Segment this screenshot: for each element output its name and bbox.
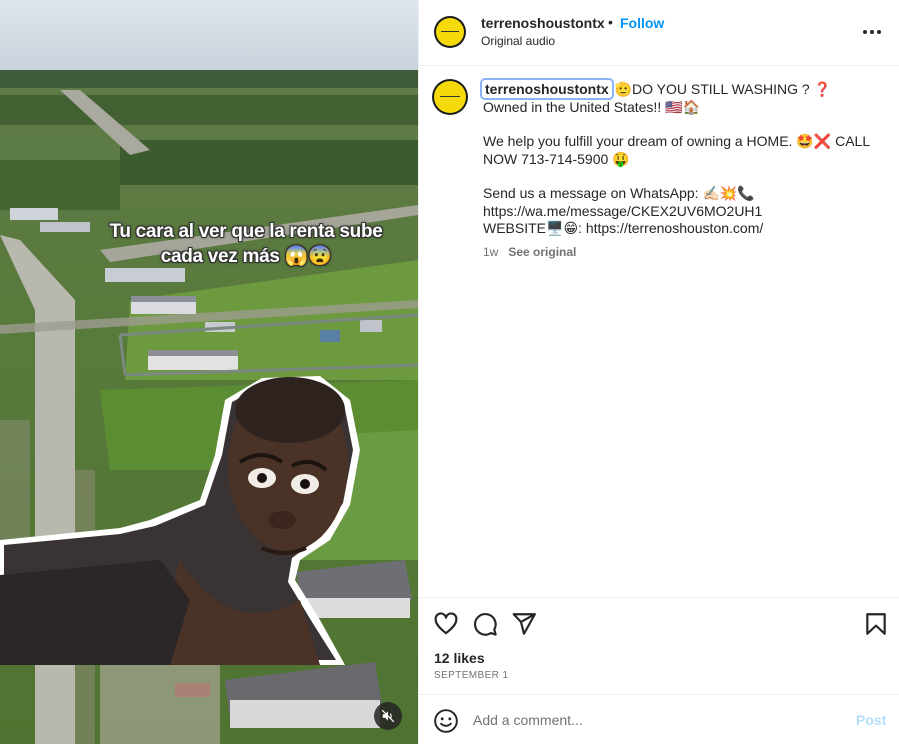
whatsapp-link: https://wa.me/message/CKEX2UV6MO2UH1 <box>483 202 763 219</box>
muted-speaker-icon <box>381 709 395 723</box>
caption-section: terrenoshoustontx 🫡DO YOU STILL WASHING … <box>419 66 899 596</box>
caption-avatar[interactable] <box>432 79 468 115</box>
separator-dot: • <box>608 14 613 30</box>
emoji-smile-icon[interactable] <box>433 708 459 734</box>
post-comment-button[interactable]: Post <box>856 712 886 728</box>
caption-paragraph-2: We help you fulfill your dream of owning… <box>483 133 870 167</box>
header-username[interactable]: terrenoshoustontx <box>481 15 605 31</box>
post-video[interactable]: Tu cara al ver que la renta sube cada ve… <box>0 0 418 744</box>
follow-button[interactable]: Follow <box>620 15 664 31</box>
caption-paragraph-3-line-1: Send us a message on WhatsApp: ✍🏻💥📞 <box>483 185 755 201</box>
comment-icon[interactable] <box>472 611 498 637</box>
see-original-button[interactable]: See original <box>508 245 576 259</box>
caption-username[interactable]: terrenoshoustontx <box>480 78 614 100</box>
action-bar <box>419 597 899 647</box>
video-overlay-text: Tu cara al ver que la renta sube cada ve… <box>109 221 383 267</box>
audio-label[interactable]: Original audio <box>481 34 555 48</box>
caption-meta: 1w See original <box>483 245 576 259</box>
comment-input[interactable] <box>473 707 833 733</box>
bookmark-icon[interactable] <box>863 611 889 637</box>
avatar[interactable] <box>434 16 466 48</box>
comment-bar: Post <box>419 694 899 744</box>
post-details-panel: terrenoshoustontx • Follow Original audi… <box>418 0 899 744</box>
more-options-icon[interactable] <box>863 24 885 40</box>
send-icon[interactable] <box>511 611 537 637</box>
aerial-landscape-image <box>0 0 418 744</box>
post-date[interactable]: SEPTEMBER 1 <box>434 670 508 681</box>
mute-toggle-button[interactable] <box>374 702 402 730</box>
heart-icon[interactable] <box>433 611 459 637</box>
likes-count[interactable]: 12 likes <box>434 650 485 666</box>
post-header: terrenoshoustontx • Follow Original audi… <box>419 0 899 66</box>
website-line: WEBSITE🖥️😁: https://terrenoshouston.com/ <box>483 220 764 236</box>
caption-text: terrenoshoustontx 🫡DO YOU STILL WASHING … <box>480 78 878 238</box>
time-ago[interactable]: 1w <box>483 245 498 259</box>
